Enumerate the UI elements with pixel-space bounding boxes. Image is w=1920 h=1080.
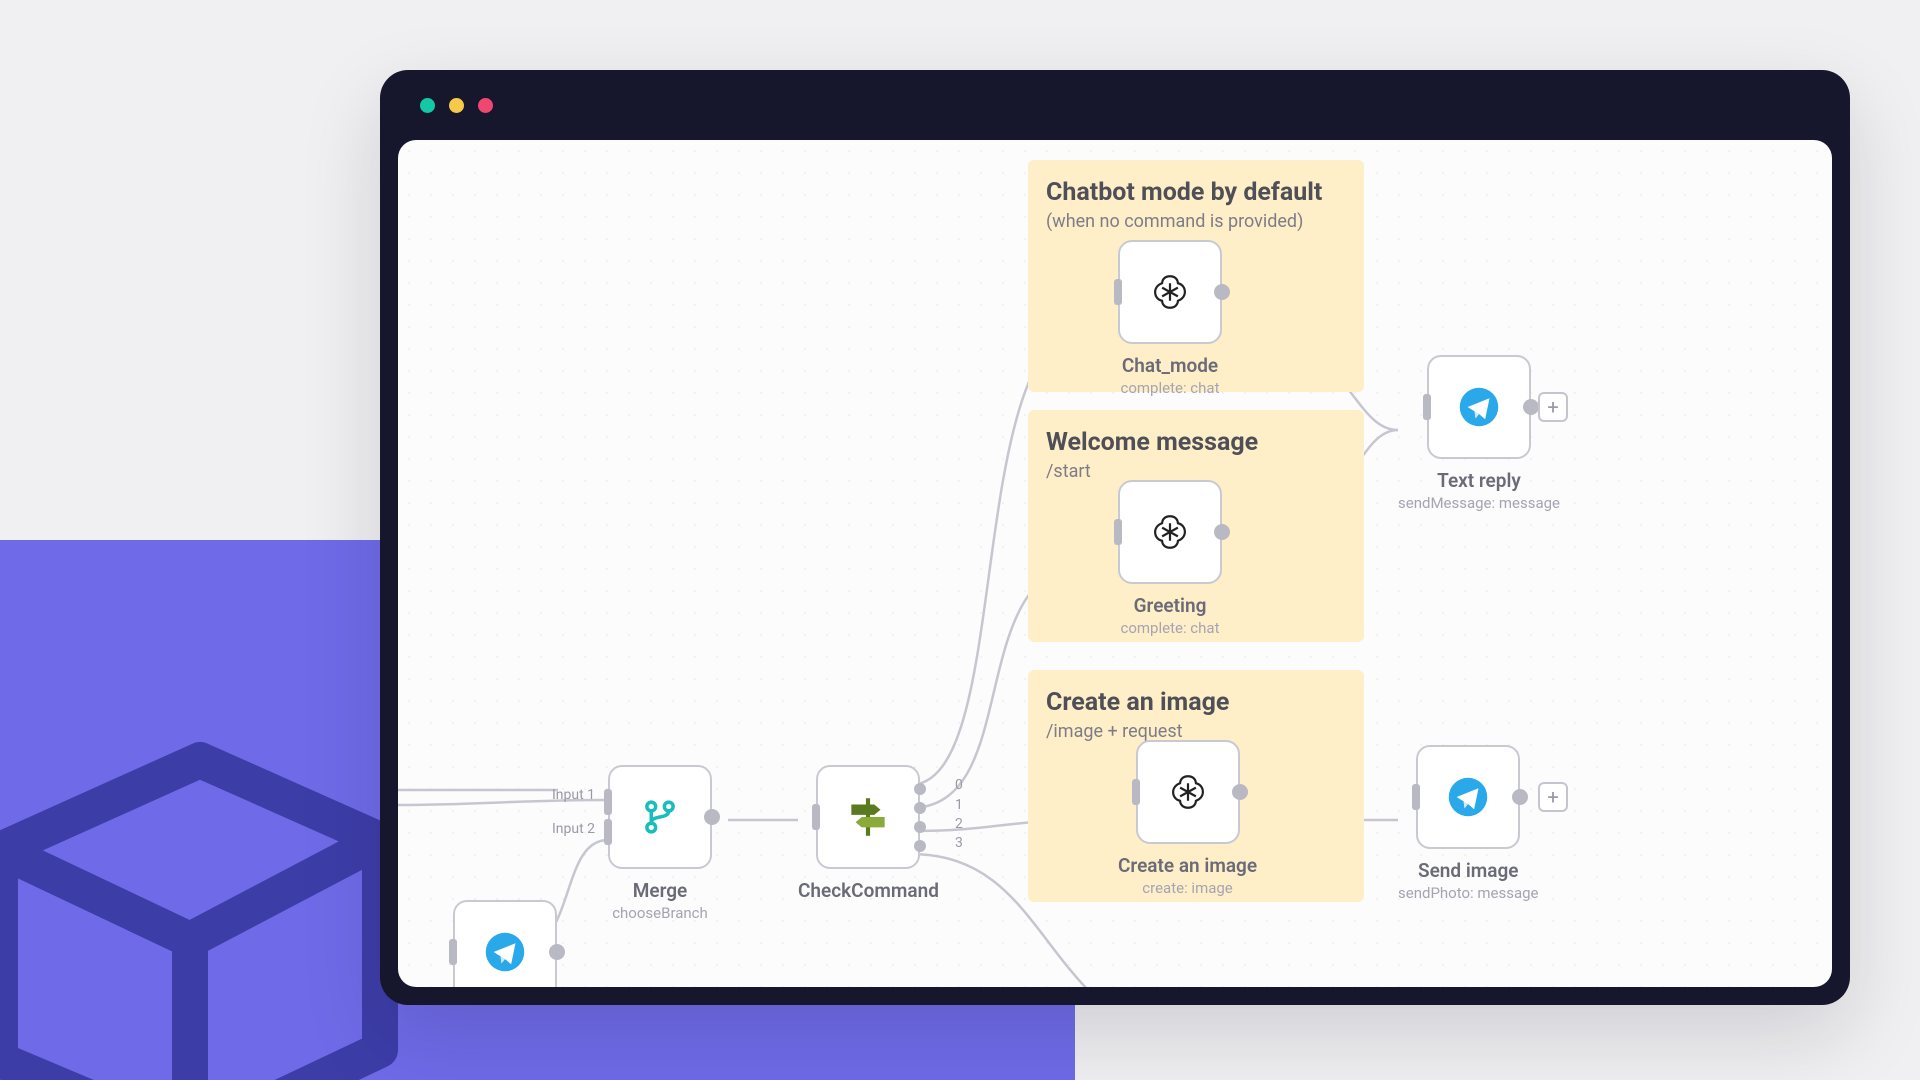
node-label: CheckCommand xyxy=(798,879,939,902)
add-node-button[interactable]: + xyxy=(1538,782,1568,812)
port-label: 0 xyxy=(955,777,963,793)
background-cube-illustration xyxy=(0,670,440,1080)
port-out-icon[interactable] xyxy=(1232,784,1248,800)
node-sublabel: chooseBranch xyxy=(612,904,708,922)
node-check-command[interactable]: CheckCommand 0 1 2 3 xyxy=(798,765,939,902)
port-label: 2 xyxy=(955,816,963,832)
node-send-image[interactable]: Send image sendPhoto: message xyxy=(1398,745,1539,902)
port-label: Input 1 xyxy=(552,787,595,803)
traffic-light-zoom-icon[interactable] xyxy=(478,98,493,113)
group-title: Create an image xyxy=(1046,688,1346,717)
node-label: Chat_mode xyxy=(1122,354,1218,377)
window-titlebar xyxy=(380,70,1850,140)
port-out-icon[interactable] xyxy=(914,840,926,852)
app-window: Chatbot mode by default (when no command… xyxy=(380,70,1850,1005)
telegram-icon xyxy=(1458,386,1500,428)
group-subtitle: (when no command is provided) xyxy=(1046,211,1346,232)
port-out-icon[interactable] xyxy=(914,783,926,795)
node-label: Create an image xyxy=(1118,854,1257,877)
port-out-icon[interactable] xyxy=(1523,399,1539,415)
telegram-icon xyxy=(1447,776,1489,818)
port-out-icon[interactable] xyxy=(549,944,565,960)
group-title: Chatbot mode by default xyxy=(1046,178,1346,207)
plus-icon: + xyxy=(1547,785,1558,809)
add-node-button[interactable]: + xyxy=(1538,392,1568,422)
node-sublabel: sendMessage: message xyxy=(1398,494,1560,512)
node-create-image[interactable]: Create an image create: image xyxy=(1118,740,1257,897)
port-in-icon[interactable] xyxy=(1412,784,1420,810)
port-label: 1 xyxy=(955,797,963,813)
git-branch-icon xyxy=(639,796,681,838)
node-label: Merge xyxy=(633,879,688,902)
node-telegram-trigger[interactable] xyxy=(453,900,557,987)
node-sublabel: complete: chat xyxy=(1121,379,1220,397)
port-out-icon[interactable] xyxy=(914,802,926,814)
plus-icon: + xyxy=(1547,395,1558,419)
node-label: Greeting xyxy=(1134,594,1207,617)
node-sublabel: complete: chat xyxy=(1121,619,1220,637)
traffic-light-minimize-icon[interactable] xyxy=(449,98,464,113)
port-out-icon[interactable] xyxy=(704,809,720,825)
port-in-icon[interactable] xyxy=(604,819,612,845)
workflow-canvas[interactable]: Chatbot mode by default (when no command… xyxy=(398,140,1832,987)
signpost-icon xyxy=(843,792,893,842)
port-in-icon[interactable] xyxy=(449,939,457,965)
group-subtitle: /image + request xyxy=(1046,721,1346,742)
port-in-icon[interactable] xyxy=(812,804,820,830)
node-sublabel: create: image xyxy=(1142,879,1232,897)
node-label: Text reply xyxy=(1437,469,1521,492)
node-chat-mode[interactable]: Chat_mode complete: chat xyxy=(1118,240,1222,397)
port-in-icon[interactable] xyxy=(1423,394,1431,420)
group-subtitle: /start xyxy=(1046,461,1346,482)
node-sublabel: sendPhoto: message xyxy=(1398,884,1539,902)
openai-icon xyxy=(1167,771,1209,813)
port-out-icon[interactable] xyxy=(1214,524,1230,540)
port-in-icon[interactable] xyxy=(1132,779,1140,805)
port-in-icon[interactable] xyxy=(1114,279,1122,305)
port-in-icon[interactable] xyxy=(1114,519,1122,545)
port-label: 3 xyxy=(955,835,963,851)
port-out-icon[interactable] xyxy=(914,821,926,833)
port-in-icon[interactable] xyxy=(604,789,612,815)
port-label: Input 2 xyxy=(552,821,595,837)
telegram-icon xyxy=(484,931,526,973)
traffic-light-close-icon[interactable] xyxy=(420,98,435,113)
openai-icon xyxy=(1149,271,1191,313)
node-merge[interactable]: Merge chooseBranch Input 1 Input 2 xyxy=(608,765,712,922)
group-title: Welcome message xyxy=(1046,428,1346,457)
node-text-reply[interactable]: Text reply sendMessage: message xyxy=(1398,355,1560,512)
node-greeting[interactable]: Greeting complete: chat xyxy=(1118,480,1222,637)
openai-icon xyxy=(1149,511,1191,553)
port-out-icon[interactable] xyxy=(1214,284,1230,300)
port-out-icon[interactable] xyxy=(1512,789,1528,805)
node-label: Send image xyxy=(1418,859,1519,882)
